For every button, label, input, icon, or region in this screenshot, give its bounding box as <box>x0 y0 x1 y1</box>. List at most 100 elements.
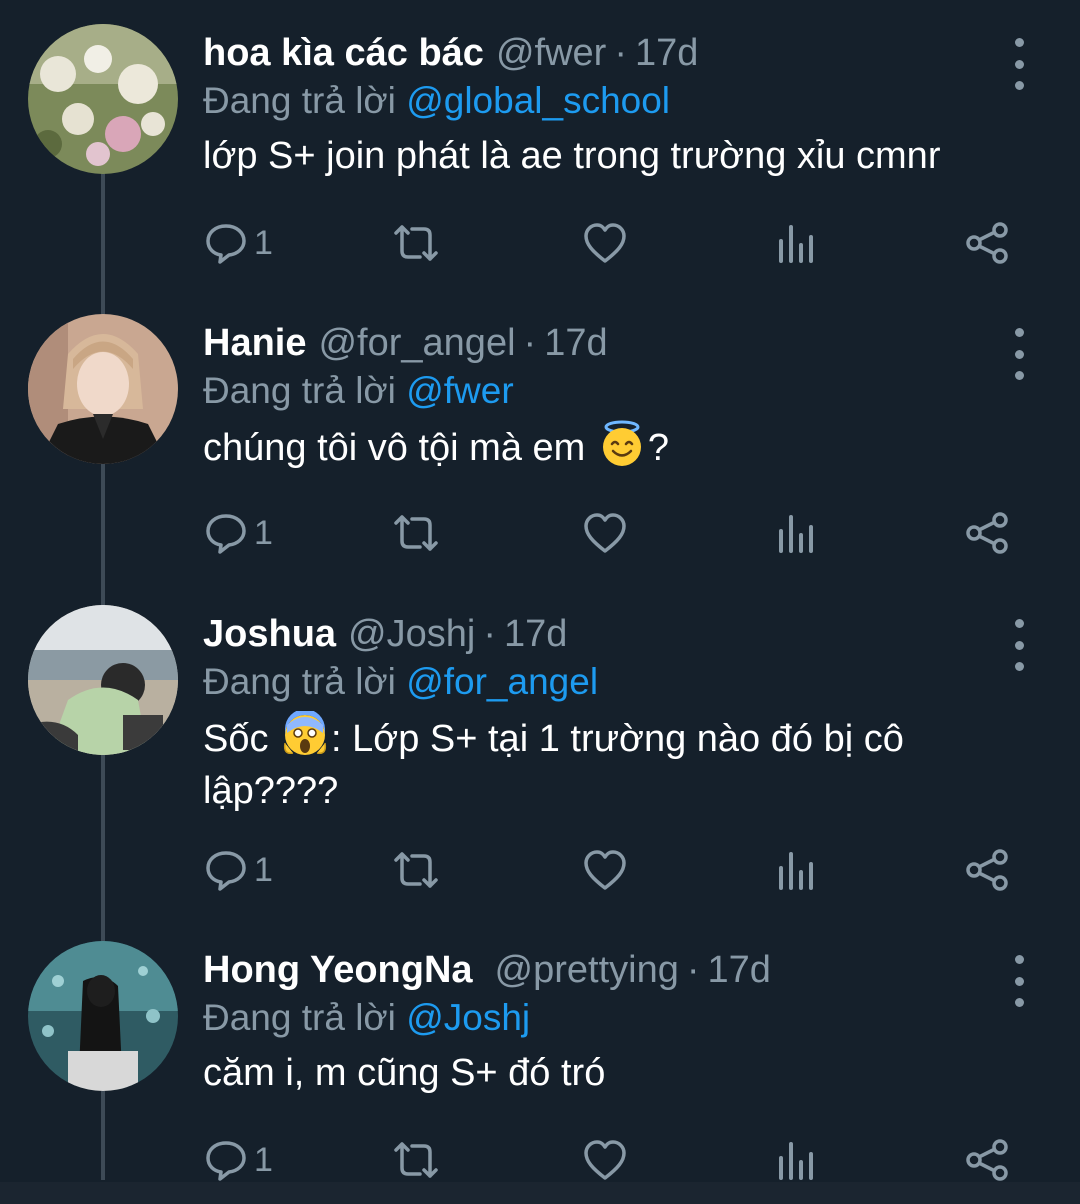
share-button[interactable] <box>964 218 1010 268</box>
replying-to-label: Đang trả lời <box>203 661 396 702</box>
reply-count: 1 <box>254 514 273 552</box>
analytics-icon <box>779 1142 813 1180</box>
more-options-icon[interactable] <box>1004 324 1034 384</box>
tweet-text: lớp S+ join phát là ae trong trường xỉu … <box>203 130 1003 182</box>
separator-dot: · <box>523 322 537 364</box>
reply-button[interactable]: 1 <box>204 1135 273 1185</box>
avatar[interactable] <box>28 605 178 755</box>
share-button[interactable] <box>964 845 1010 895</box>
timestamp[interactable]: 17d <box>635 26 698 80</box>
retweet-icon <box>394 225 438 261</box>
more-options-icon[interactable] <box>1004 615 1034 675</box>
mention-link[interactable]: @for_angel <box>406 661 598 702</box>
analytics-icon <box>779 515 813 553</box>
replying-to: Đang trả lời @for_angel <box>203 657 598 707</box>
like-button[interactable] <box>582 218 628 268</box>
replying-to: Đang trả lời @fwer <box>203 366 514 416</box>
retweet-icon <box>394 1142 438 1178</box>
bottom-navigation-bar <box>0 1182 1080 1204</box>
reply-button[interactable]: 1 <box>204 845 273 895</box>
portrait-photo-icon <box>28 314 178 464</box>
avatar[interactable] <box>28 314 178 464</box>
display-name[interactable]: Hong YeongNa <box>203 943 473 997</box>
more-options-icon[interactable] <box>1004 34 1034 94</box>
replying-to: Đang trả lời @Joshj <box>203 993 530 1043</box>
retweet-button[interactable] <box>390 218 442 268</box>
replying-to-label: Đang trả lời <box>203 997 396 1038</box>
tweet-text-part: ? <box>647 427 669 469</box>
view-analytics-button[interactable] <box>776 508 816 558</box>
replying-to-label: Đang trả lời <box>203 370 396 411</box>
user-handle[interactable]: @for_angel <box>318 316 515 370</box>
retweet-button[interactable] <box>390 508 442 558</box>
separator-dot: · <box>614 32 627 74</box>
heart-icon <box>584 850 626 890</box>
like-button[interactable] <box>582 845 628 895</box>
share-button[interactable] <box>964 1135 1010 1185</box>
heart-icon <box>584 223 626 263</box>
user-handle[interactable]: @fwer <box>496 26 606 80</box>
heart-icon <box>584 1140 626 1180</box>
aquarium-photo-icon <box>28 941 178 1091</box>
tweet-text-part: chúng tôi vô tội mà em <box>203 427 596 469</box>
reply-count: 1 <box>254 851 273 889</box>
display-name[interactable]: Joshua <box>203 607 336 661</box>
more-options-icon[interactable] <box>1004 951 1034 1011</box>
mention-link[interactable]: @global_school <box>406 80 670 121</box>
tweet-text: căm i, m cũng S+ đó tró <box>203 1047 1003 1099</box>
heart-icon <box>584 513 626 553</box>
retweet-icon <box>394 515 438 551</box>
like-button[interactable] <box>582 508 628 558</box>
analytics-icon <box>779 225 813 263</box>
scream-emoji-icon <box>283 711 327 755</box>
analytics-icon <box>779 852 813 890</box>
tweet-header: hoa kìa các bác @fwer · 17d <box>203 26 698 80</box>
avatar[interactable] <box>28 941 178 1091</box>
tweet-actions: 1 <box>0 845 1080 895</box>
timestamp[interactable]: 17d <box>504 607 567 661</box>
retweet-button[interactable] <box>390 845 442 895</box>
reply-button[interactable]: 1 <box>204 508 273 558</box>
share-icon <box>966 512 1008 554</box>
timestamp[interactable]: 17d <box>708 943 771 997</box>
share-icon <box>966 1139 1008 1181</box>
retweet-button[interactable] <box>390 1135 442 1185</box>
tweet-header: Hanie @for_angel · 17d <box>203 316 608 370</box>
like-button[interactable] <box>582 1135 628 1185</box>
tweet-text: chúng tôi vô tội mà em ? <box>203 420 1003 474</box>
replying-to-label: Đang trả lời <box>203 80 396 121</box>
retweet-icon <box>394 852 438 888</box>
tweet-actions: 1 <box>0 508 1080 558</box>
reply-count: 1 <box>254 1141 273 1179</box>
view-analytics-button[interactable] <box>776 845 816 895</box>
halo-smile-emoji-icon <box>602 420 641 466</box>
reply-thread: hoa kìa các bác @fwer · 17d Đang trả lời… <box>0 0 1080 1204</box>
display-name[interactable]: hoa kìa các bác <box>203 26 484 80</box>
reply-button[interactable]: 1 <box>204 218 273 268</box>
timestamp[interactable]: 17d <box>544 316 607 370</box>
view-analytics-button[interactable] <box>776 218 816 268</box>
tweet-header: Hong YeongNa @prettying · 17d <box>203 943 771 997</box>
view-analytics-button[interactable] <box>776 1135 816 1185</box>
reply-icon <box>206 514 246 554</box>
tweet-actions: 1 <box>0 218 1080 268</box>
tweet-text-part: lớp S+ join phát là ae trong trường xỉu … <box>203 135 941 177</box>
share-button[interactable] <box>964 508 1010 558</box>
separator-dot: · <box>686 949 700 991</box>
tweet-header: Joshua @Joshj · 17d <box>203 607 567 661</box>
avatar[interactable] <box>28 24 178 174</box>
mention-link[interactable]: @fwer <box>406 370 513 411</box>
tweet-text: Sốc : Lớp S+ tại 1 trường nào đó bị cô l… <box>203 711 943 817</box>
user-handle[interactable]: @Joshj <box>348 607 475 661</box>
display-name[interactable]: Hanie <box>203 316 306 370</box>
flower-photo-icon <box>28 24 178 174</box>
reply-count: 1 <box>254 224 273 262</box>
share-icon <box>966 849 1008 891</box>
separator-dot: · <box>483 613 496 655</box>
reply-icon <box>206 224 246 264</box>
tweet-text-part: Sốc <box>203 718 280 760</box>
user-handle[interactable]: @prettying <box>495 943 679 997</box>
mention-link[interactable]: @Joshj <box>406 997 530 1038</box>
tweet-text-part: căm i, m cũng S+ đó tró <box>203 1052 606 1094</box>
reply-icon <box>206 1141 246 1181</box>
